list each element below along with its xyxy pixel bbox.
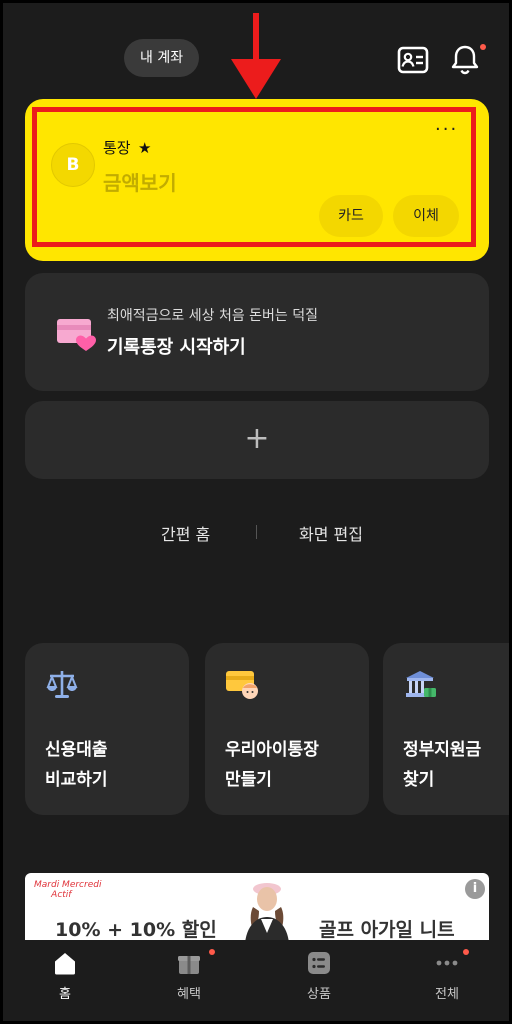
nav-all[interactable]: 전체: [407, 950, 487, 1010]
bank-logo-icon: B: [51, 143, 95, 187]
scale-icon: [46, 671, 78, 698]
gift-icon: [178, 956, 200, 974]
nav-label: 홈: [59, 987, 71, 1002]
app-screen: 내 계좌 B 통장 ★ 금액보기 ··· 카드 이체 최애적금으로 세상 처음: [3, 3, 509, 1021]
red-arrow-indicator: [231, 13, 281, 99]
ad-brand-logo: Mardi Mercredi Actif: [34, 880, 102, 900]
child-card-icon: [226, 671, 258, 699]
edit-screen-link[interactable]: 화면 편집: [299, 521, 363, 545]
simple-home-link[interactable]: 간편 홈: [161, 521, 210, 545]
nav-home[interactable]: 홈: [25, 950, 105, 1010]
nav-benefits[interactable]: 혜택: [149, 950, 229, 1010]
tile-label: 정부지원금 찾기: [403, 740, 482, 790]
tile-kids-account[interactable]: 우리아이통장 만들기: [205, 643, 369, 815]
account-name: 통장: [103, 139, 131, 157]
nav-label: 혜택: [177, 987, 201, 1002]
notification-dot: [480, 44, 486, 50]
card-button[interactable]: 카드: [319, 195, 383, 237]
star-icon[interactable]: ★: [138, 139, 151, 157]
pink-card-heart-icon: [57, 319, 96, 351]
home-icon: [55, 953, 75, 975]
my-accounts-button[interactable]: 내 계좌: [124, 39, 200, 77]
nav-label: 상품: [307, 987, 331, 1002]
add-widget-button[interactable]: +: [25, 401, 489, 479]
more-options-icon[interactable]: ···: [435, 119, 458, 140]
ad-model-photo: [245, 883, 289, 943]
promo-subtitle: 최애적금으로 세상 처음 돈버는 덕질: [107, 308, 318, 324]
promo-title: 기록통장 시작하기: [107, 337, 246, 358]
ad-product-text: 골프 아가일 니트: [319, 919, 455, 941]
products-icon: [308, 952, 330, 974]
show-balance-button[interactable]: 금액보기: [103, 167, 177, 196]
tile-government-grant[interactable]: 정부지원금 찾기: [383, 643, 509, 815]
notification-dot: [209, 949, 215, 955]
tile-label: 우리아이통장 만들기: [225, 740, 319, 790]
government-building-icon: [406, 671, 436, 697]
tile-label: 신용대출 비교하기: [45, 740, 108, 790]
id-card-icon[interactable]: [396, 43, 430, 77]
tile-credit-loan-compare[interactable]: 신용대출 비교하기: [25, 643, 189, 815]
ad-info-icon[interactable]: i: [465, 879, 485, 899]
notification-dot: [463, 949, 469, 955]
link-divider: [256, 525, 257, 539]
more-icon: [436, 960, 458, 966]
bell-icon[interactable]: [448, 43, 482, 77]
nav-products[interactable]: 상품: [279, 950, 359, 1010]
transfer-button[interactable]: 이체: [393, 195, 459, 237]
nav-label: 전체: [435, 987, 459, 1002]
ad-discount-text: 10% + 10% 할인: [55, 919, 217, 941]
